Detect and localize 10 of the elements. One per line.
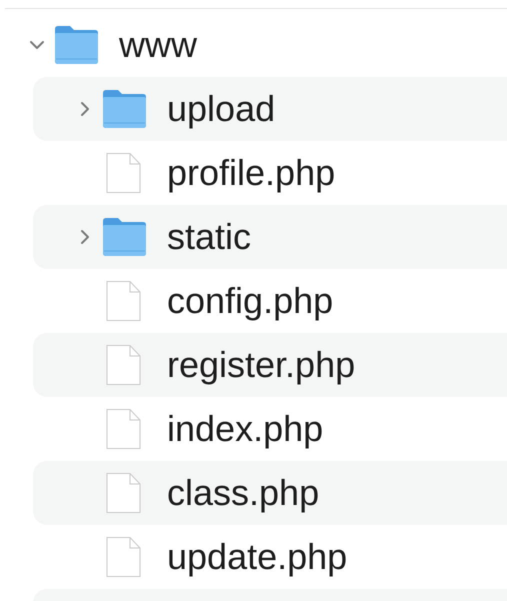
file-name[interactable]: profile.php bbox=[167, 152, 336, 194]
folder-icon bbox=[101, 217, 147, 257]
folder-name[interactable]: upload bbox=[167, 88, 276, 130]
folder-icon bbox=[101, 89, 147, 129]
file-name[interactable]: config.php bbox=[167, 280, 334, 322]
file-name[interactable]: update.php bbox=[167, 536, 348, 578]
file-name[interactable]: index.php bbox=[167, 408, 324, 450]
folder-icon bbox=[53, 25, 99, 65]
folder-name[interactable]: static bbox=[167, 216, 252, 258]
folder-name[interactable]: www bbox=[119, 24, 197, 66]
